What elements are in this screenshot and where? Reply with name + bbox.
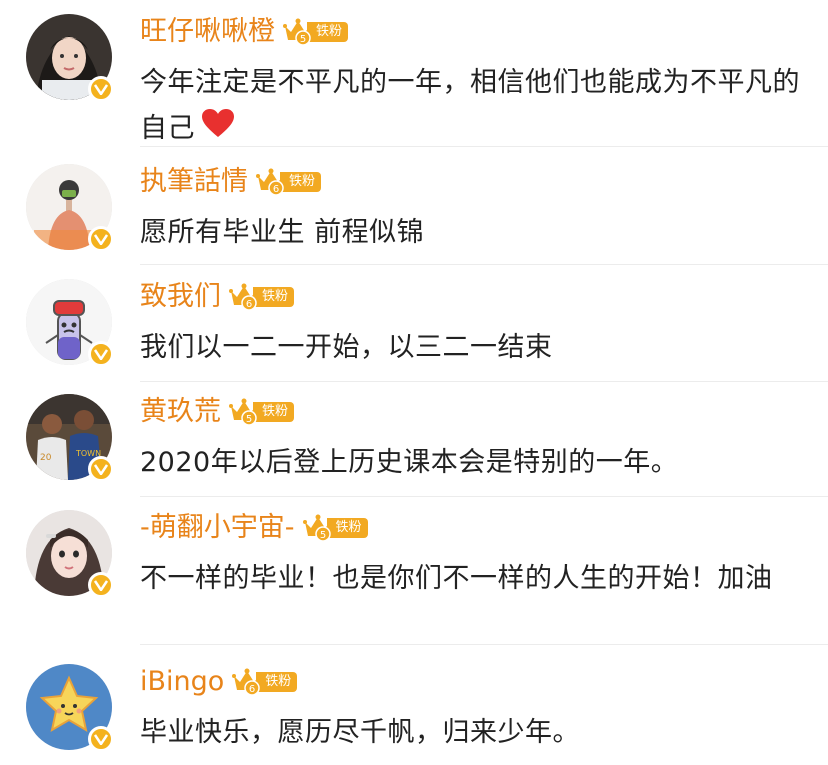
- fan-label: 铁粉: [253, 287, 295, 307]
- comment-item: iBingo 6 铁粉 毕业快乐，愿历尽千帆，归来少年。: [0, 650, 828, 765]
- avatar[interactable]: [26, 164, 114, 252]
- fan-badge: 6 铁粉: [229, 283, 295, 311]
- svg-text:20: 20: [40, 453, 52, 463]
- fan-level: 6: [249, 684, 255, 695]
- comment-text: 愿所有毕业生 前程似锦: [140, 217, 425, 248]
- divider: [140, 644, 828, 645]
- comment-text: 2020年以后登上历史课本会是特别的一年。: [140, 447, 679, 478]
- comment-text: 今年注定是不平凡的一年，相信他们也能成为不平凡的自己: [140, 60, 800, 153]
- username[interactable]: 黄玖荒: [140, 392, 221, 432]
- verified-icon: [88, 76, 114, 102]
- verified-icon: [88, 226, 114, 252]
- fan-badge: 6 铁粉: [232, 668, 298, 696]
- fan-label: 铁粉: [253, 402, 295, 422]
- fan-label: 铁粉: [280, 172, 322, 192]
- divider: [140, 146, 828, 147]
- username[interactable]: iBingo: [140, 662, 224, 702]
- fan-badge: 5 铁粉: [283, 18, 349, 46]
- verified-icon: [88, 341, 114, 367]
- username[interactable]: 旺仔啾啾橙: [140, 12, 275, 52]
- comment-item: 20 TOWN 黄玖荒 5 铁粉 2020年以后登上历史课本会是特别的一年。: [0, 380, 828, 497]
- username[interactable]: -萌翻小宇宙-: [140, 508, 295, 548]
- fan-label: 铁粉: [326, 518, 368, 538]
- comment-item: 致我们 6 铁粉 我们以一二一开始，以三二一结束: [0, 265, 828, 382]
- crown-icon: 5: [229, 398, 259, 426]
- fan-level: 5: [246, 414, 252, 425]
- fan-level: 5: [300, 34, 306, 45]
- fan-level: 6: [246, 299, 252, 310]
- fan-label: 铁粉: [256, 672, 298, 692]
- avatar[interactable]: [26, 664, 114, 752]
- comment-item: 旺仔啾啾橙 5 铁粉 今年注定是不平凡的一年，相信他们也能成为不平凡的自己: [0, 0, 828, 150]
- avatar[interactable]: [26, 510, 114, 598]
- fan-level: 5: [319, 530, 325, 541]
- fan-badge: 5 铁粉: [229, 398, 295, 426]
- comment-list: 旺仔啾啾橙 5 铁粉 今年注定是不平凡的一年，相信他们也能成为不平凡的自己 执筆…: [0, 0, 828, 765]
- avatar[interactable]: [26, 14, 114, 102]
- comment-text: 毕业快乐，愿历尽千帆，归来少年。: [140, 717, 580, 748]
- username[interactable]: 致我们: [140, 277, 221, 317]
- crown-icon: 6: [256, 168, 286, 196]
- fan-badge: 6 铁粉: [256, 168, 322, 196]
- avatar[interactable]: [26, 279, 114, 367]
- comment-text: 不一样的毕业！也是你们不一样的人生的开始！加油: [140, 563, 773, 594]
- verified-icon: [88, 572, 114, 598]
- crown-icon: 6: [232, 668, 263, 696]
- fan-level: 6: [273, 184, 279, 195]
- crown-icon: 5: [302, 514, 333, 542]
- crown-icon: 6: [229, 283, 259, 311]
- comment-item: -萌翻小宇宙- 5 铁粉 不一样的毕业！也是你们不一样的人生的开始！加油: [0, 496, 828, 645]
- verified-icon: [88, 726, 114, 752]
- fan-badge: 5 铁粉: [302, 514, 368, 542]
- comment-item: 执筆話情 6 铁粉 愿所有毕业生 前程似锦: [0, 150, 828, 265]
- comment-text: 我们以一二一开始，以三二一结束: [140, 332, 553, 363]
- username[interactable]: 执筆話情: [140, 162, 248, 202]
- verified-icon: [88, 456, 114, 482]
- avatar[interactable]: 20 TOWN: [26, 394, 114, 482]
- crown-icon: 5: [283, 18, 313, 46]
- fan-label: 铁粉: [307, 22, 349, 42]
